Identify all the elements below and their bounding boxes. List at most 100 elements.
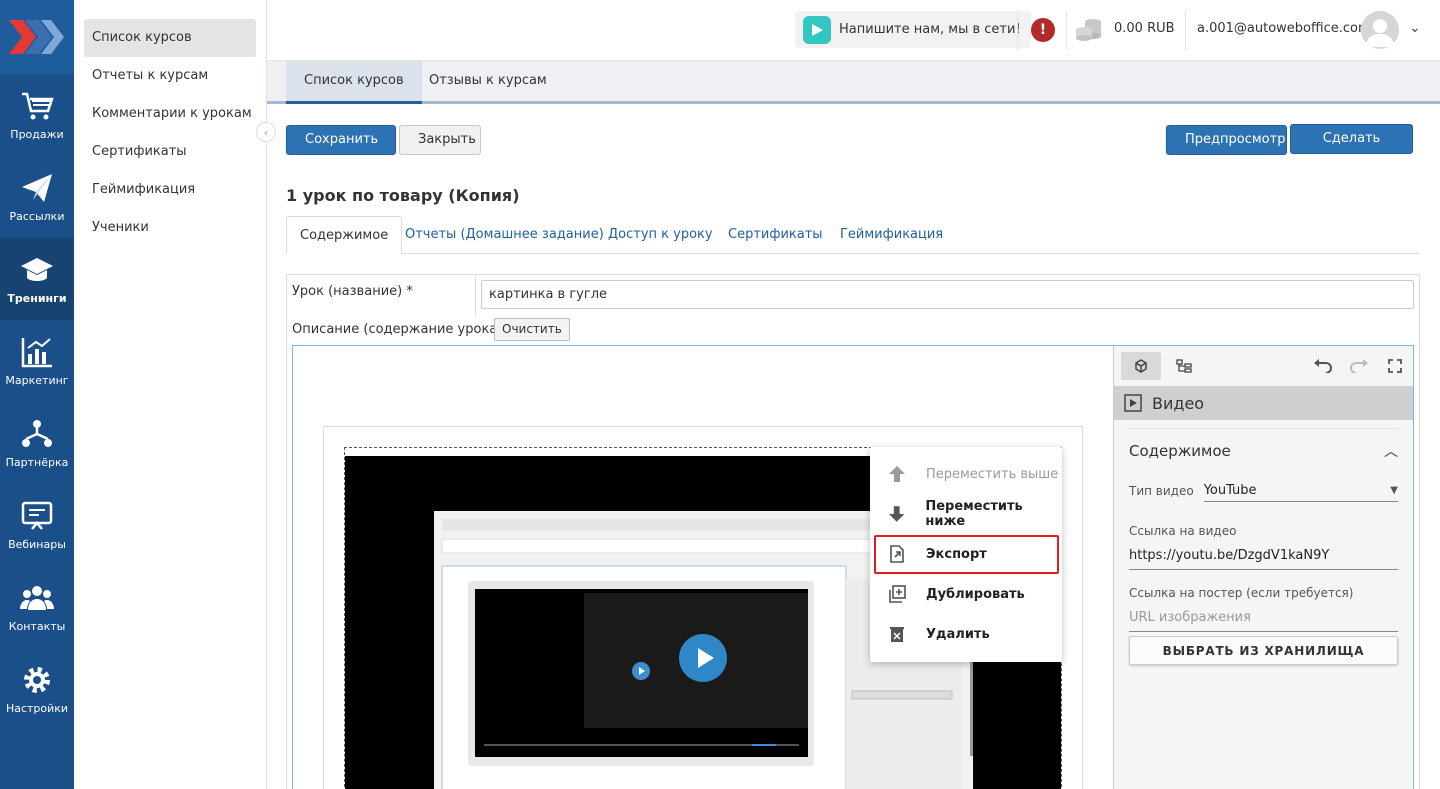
poster-link-label: Ссылка на постер (если требуется) xyxy=(1129,586,1354,600)
trash-icon xyxy=(890,627,904,642)
sidebar-item-certificates[interactable]: Сертификаты xyxy=(84,133,256,171)
chevron-left-icon: ‹ xyxy=(263,125,269,139)
preview-button[interactable]: Предпросмотр xyxy=(1166,125,1287,155)
fullscreen-button[interactable] xyxy=(1375,352,1415,380)
network-icon xyxy=(22,419,52,447)
video-play-icon xyxy=(1124,394,1142,412)
undo-button[interactable] xyxy=(1303,352,1343,380)
menu-item-label: Удалить xyxy=(926,626,990,642)
tab-reports[interactable]: Отчеты (Домашнее задание) xyxy=(392,216,617,254)
rail-item-mailings[interactable]: Рассылки xyxy=(0,156,74,238)
divider xyxy=(1017,10,1018,50)
tree-icon xyxy=(1176,359,1192,373)
chevron-up-icon: ︿ xyxy=(1384,443,1398,460)
alert-icon[interactable]: ! xyxy=(1031,18,1055,42)
user-email[interactable]: a.001@autoweboffice.com xyxy=(1197,21,1371,36)
collapse-sidebar-button[interactable]: ‹ xyxy=(256,122,276,142)
section-title: Содержимое xyxy=(1129,441,1231,460)
lesson-description-label: Описание (содержание урока) * xyxy=(292,322,513,337)
block-style-button[interactable] xyxy=(1121,352,1161,380)
top-bar: Напишите нам, мы в сети! ! 0.00 RUB a.00… xyxy=(267,0,1440,61)
redo-button[interactable] xyxy=(1339,352,1379,380)
menu-item-move-up[interactable]: Переместить выше xyxy=(870,454,1062,494)
page-title: 1 урок по товару (Копия) xyxy=(286,186,520,205)
coins-icon xyxy=(1076,19,1101,41)
menu-item-duplicate[interactable]: Дублировать xyxy=(870,574,1062,614)
divider xyxy=(1185,10,1186,50)
rail-item-trainings[interactable]: Тренинги xyxy=(0,238,74,320)
rail-item-marketing[interactable]: Маркетинг xyxy=(0,320,74,402)
chat-button[interactable]: Напишите нам, мы в сети! xyxy=(795,11,1031,48)
video-link-label: Ссылка на видео xyxy=(1129,524,1237,538)
tab-content[interactable]: Содержимое xyxy=(286,216,403,255)
rail-item-partners[interactable]: Партнёрка xyxy=(0,402,74,484)
divider xyxy=(1066,10,1067,50)
video-type-value: YouTube xyxy=(1203,483,1257,498)
tab-course-list[interactable]: Список курсов xyxy=(286,61,422,104)
video-type-label: Тип видео xyxy=(1129,484,1194,498)
video-type-select[interactable]: YouTube ▼ xyxy=(1203,480,1398,502)
menu-item-label: Переместить ниже xyxy=(925,499,1023,529)
logo[interactable] xyxy=(0,0,74,74)
page-tabs: Список курсов Отзывы к курсам xyxy=(267,61,1440,104)
dropdown-arrow-icon: ▼ xyxy=(1390,485,1398,496)
export-highlight-frame xyxy=(874,535,1059,574)
lesson-name-label: Урок (название) * xyxy=(292,284,413,299)
chat-play-icon xyxy=(803,15,831,44)
sidebar-item-lesson-comments[interactable]: Комментарии к урокам xyxy=(84,95,256,133)
rail-label: Маркетинг xyxy=(5,373,69,387)
panel-toolbar xyxy=(1114,346,1413,386)
make-copy-button[interactable]: Сделать копию xyxy=(1290,124,1413,174)
menu-item-move-down[interactable]: Переместить ниже xyxy=(870,494,1062,534)
tab-access[interactable]: Доступ к уроку xyxy=(595,216,726,254)
rail-label: Партнёрка xyxy=(5,455,69,469)
sidebar-item-course-reports[interactable]: Отчеты к курсам xyxy=(84,57,256,95)
lesson-name-input[interactable]: картинка в гугле xyxy=(481,280,1414,309)
rail-label: Вебинары xyxy=(8,537,66,551)
close-button[interactable]: Закрыть xyxy=(399,125,481,155)
duplicate-icon xyxy=(889,585,906,603)
cube-icon xyxy=(1135,359,1147,373)
menu-item-label: Дублировать xyxy=(926,586,1025,602)
redo-icon xyxy=(1350,359,1368,373)
sidebar-item-course-list[interactable]: Список курсов xyxy=(84,19,256,57)
layers-button[interactable] xyxy=(1164,352,1204,380)
tab-gamification[interactable]: Геймификация xyxy=(827,216,956,254)
menu-item-delete[interactable]: Удалить xyxy=(870,614,1062,654)
block-settings-panel: Видео Содержимое ︿ Тип видео YouTube ▼ С… xyxy=(1113,346,1413,789)
rail-item-contacts[interactable]: Контакты xyxy=(0,566,74,648)
sidebar-item-students[interactable]: Ученики xyxy=(84,209,256,247)
content-section-header[interactable]: Содержимое ︿ xyxy=(1129,428,1398,472)
rail-item-sales[interactable]: Продажи xyxy=(0,74,74,156)
undo-icon xyxy=(1314,359,1332,373)
sidebar-item-gamification[interactable]: Геймификация xyxy=(84,171,256,209)
video-link-input[interactable]: https://youtu.be/DzgdV1kaN9Y xyxy=(1129,548,1398,570)
rail-item-settings[interactable]: Настройки xyxy=(0,648,74,730)
cart-icon xyxy=(22,92,54,119)
pick-from-storage-button[interactable]: ВЫБРАТЬ ИЗ ХРАНИЛИЩА xyxy=(1129,636,1398,665)
bar-chart-icon xyxy=(21,337,52,367)
rail-label: Тренинги xyxy=(7,291,67,305)
tab-course-reviews[interactable]: Отзывы к курсам xyxy=(411,61,565,101)
avatar[interactable] xyxy=(1361,11,1399,49)
users-icon xyxy=(20,585,54,610)
block-type-label: Видео xyxy=(1152,393,1205,413)
arrow-down-icon xyxy=(888,506,905,522)
menu-item-label: Переместить выше xyxy=(926,466,1059,482)
content-section: Содержимое ︿ Тип видео YouTube ▼ Ссылка … xyxy=(1114,428,1413,665)
fullscreen-icon xyxy=(1388,359,1402,373)
block-type-header: Видео xyxy=(1114,386,1413,420)
tab-certificates[interactable]: Сертификаты xyxy=(715,216,836,254)
lesson-tabs: Содержимое Отчеты (Домашнее задание) Дос… xyxy=(286,216,1420,255)
gear-icon xyxy=(24,666,50,693)
chevron-down-icon[interactable]: ⌄ xyxy=(1409,20,1421,36)
rail-label: Настройки xyxy=(5,701,69,715)
presentation-icon xyxy=(21,501,53,530)
trainings-sidebar: Список курсов Отчеты к курсам Комментари… xyxy=(74,0,276,789)
rail-item-webinars[interactable]: Вебинары xyxy=(0,484,74,566)
poster-link-input[interactable]: URL изображения xyxy=(1129,610,1398,632)
rail-label: Рассылки xyxy=(9,209,65,223)
paper-plane-icon xyxy=(22,173,52,202)
clear-button[interactable]: Очистить xyxy=(494,318,570,341)
save-button[interactable]: Сохранить xyxy=(286,125,396,155)
